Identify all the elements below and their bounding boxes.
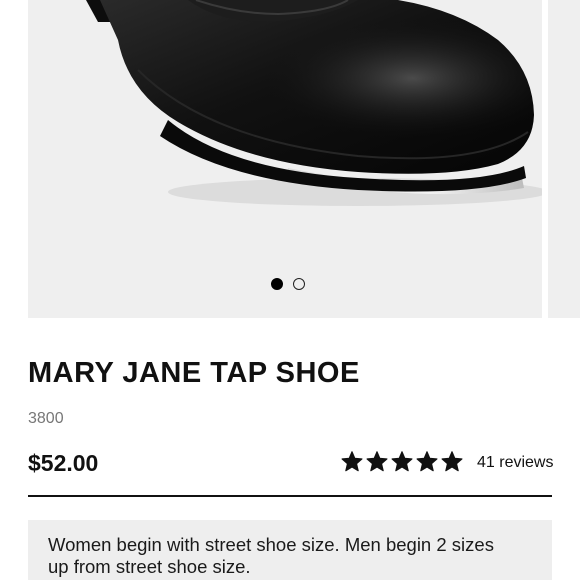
product-image-carousel[interactable]: [28, 0, 580, 318]
tap-shoe-image: [86, 0, 542, 206]
rating-stars: [341, 451, 463, 472]
next-product-image[interactable]: [548, 0, 580, 318]
divider: [28, 495, 552, 497]
star-icon: [341, 451, 363, 472]
size-note-text: Women begin with street shoe size. Men b…: [48, 534, 494, 577]
product-rating[interactable]: 41 reviews: [341, 451, 553, 472]
carousel-dot-inactive-icon[interactable]: [293, 278, 305, 290]
size-note-box: Women begin with street shoe size. Men b…: [28, 520, 552, 580]
product-sku: 3800: [28, 410, 64, 427]
reviews-link[interactable]: 41 reviews: [477, 454, 553, 472]
star-icon: [416, 451, 438, 472]
product-price: $52.00: [28, 450, 99, 476]
star-icon: [366, 451, 388, 472]
product-title: MARY JANE TAP SHOE: [28, 357, 360, 389]
carousel-pagination: [271, 278, 305, 290]
product-page: MARY JANE TAP SHOE 3800 $52.00 41 review…: [0, 0, 580, 580]
star-icon: [441, 451, 463, 472]
carousel-dot-active-icon[interactable]: [271, 278, 283, 290]
product-image[interactable]: [28, 0, 542, 318]
star-icon: [391, 451, 413, 472]
